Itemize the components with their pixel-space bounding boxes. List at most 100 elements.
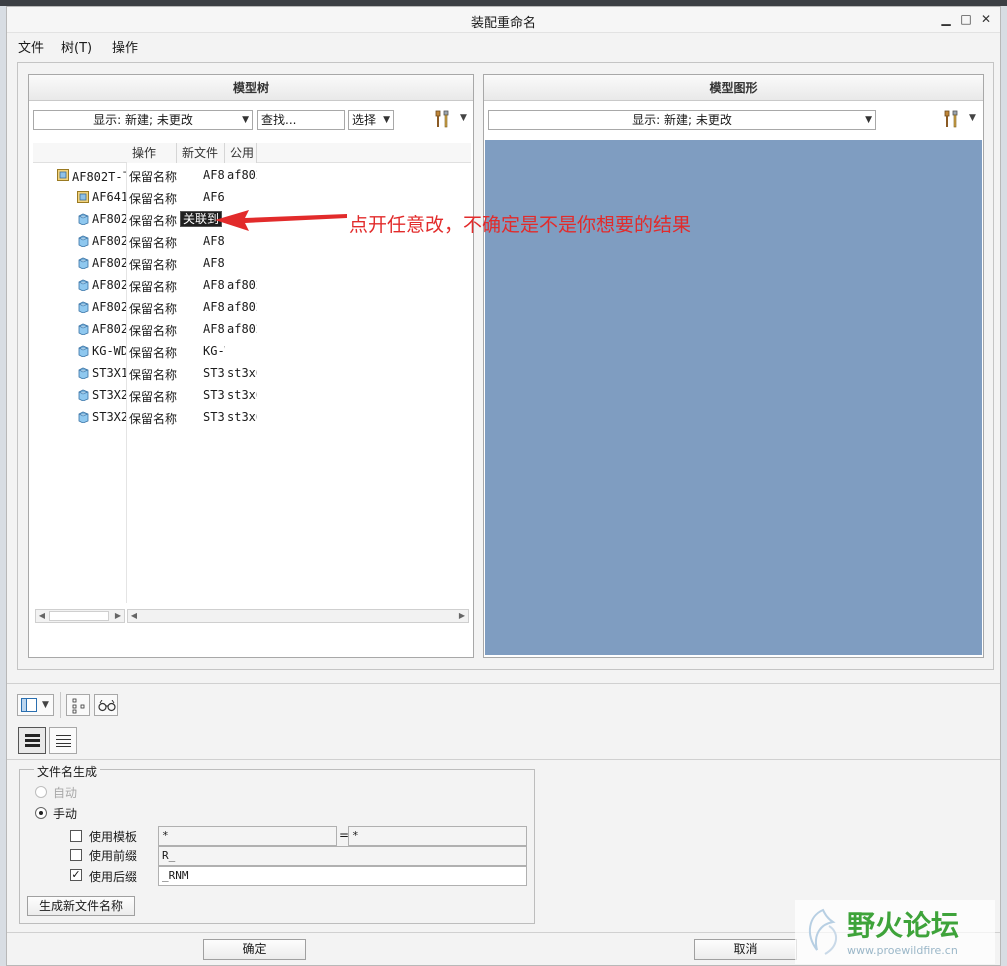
- manual-radio[interactable]: [35, 807, 47, 819]
- assembly-icon: [57, 169, 69, 181]
- tree-row-name: AF641: [92, 190, 126, 204]
- part-icon: [78, 279, 89, 291]
- display-filter-dropdown[interactable]: 显示: 新建; 未更改 ▼: [33, 110, 253, 130]
- tree-row-new-file: ST3: [203, 388, 225, 402]
- tree-structure-icon: [72, 698, 85, 714]
- menu-bar: 文件 树(T) 操作: [7, 34, 1000, 56]
- tree-row-operation: 保留名称: [129, 390, 177, 404]
- tree-row-new-file: AF8: [203, 322, 225, 336]
- tree-row-common: af802: [227, 278, 257, 292]
- watermark-title: 野火论坛: [847, 909, 960, 942]
- tree-row-name: AF802: [92, 322, 126, 336]
- scroll-left-icon[interactable]: ◀: [36, 610, 48, 622]
- search-field[interactable]: 查找...: [257, 110, 345, 130]
- display-filter-value: 显示: 新建; 未更改: [93, 113, 193, 127]
- select-dropdown[interactable]: 选择 ▼: [348, 110, 394, 130]
- part-icon: [78, 367, 89, 379]
- cancel-button[interactable]: 取消: [694, 939, 797, 960]
- tree-row-new-file: KG-W: [203, 344, 225, 358]
- scrollbar-thumb[interactable]: [49, 611, 109, 621]
- maximize-button[interactable]: □: [958, 11, 974, 27]
- separator: [7, 759, 1000, 760]
- layout-view-button[interactable]: ▼: [17, 694, 54, 716]
- tree-settings-button[interactable]: ▼: [433, 108, 467, 133]
- prefix-input[interactable]: R_: [158, 846, 527, 866]
- separator: [7, 683, 1000, 684]
- title-bar: 装配重命名 ▁ □ ✕: [7, 7, 1000, 33]
- graphics-display-dropdown[interactable]: 显示: 新建; 未更改 ▼: [488, 110, 876, 130]
- tree-row-operation: 保留名称: [129, 192, 177, 206]
- tree-row-new-file: AF8: [203, 278, 225, 292]
- tree-columns-scrollbar[interactable]: ◀ ▶: [127, 609, 469, 623]
- assembly-icon: [77, 191, 89, 203]
- find-button[interactable]: [94, 694, 118, 716]
- column-header-common[interactable]: 公用: [225, 143, 257, 163]
- part-icon: [78, 411, 89, 423]
- column-header-operation[interactable]: 操作: [127, 143, 177, 163]
- tree-row-name: ST3X1: [92, 366, 126, 380]
- tree-row-name: ST3X2: [92, 410, 126, 424]
- tree-row[interactable]: AF802保留名称 AF8af802: [33, 297, 471, 319]
- tree-row[interactable]: AF802保留名称 AF8af802: [33, 319, 471, 341]
- background-app-right: [1001, 6, 1007, 966]
- scroll-right-icon[interactable]: ▶: [112, 610, 124, 622]
- use-suffix-checkbox[interactable]: ✓: [70, 869, 82, 881]
- graphics-settings-button[interactable]: ▼: [942, 108, 976, 133]
- watermark-url: www.proewildfire.cn: [847, 944, 958, 957]
- tree-row-name: AF802: [92, 256, 126, 270]
- tree-row-operation: 保留名称: [129, 368, 177, 382]
- ok-button[interactable]: 确定: [203, 939, 306, 960]
- tree-row[interactable]: AF802T-下保留名称 AF8af802: [33, 165, 471, 187]
- detailed-list-button[interactable]: [18, 727, 46, 754]
- template-target-input[interactable]: *: [348, 826, 527, 846]
- use-template-checkbox[interactable]: [70, 830, 82, 842]
- window-title: 装配重命名: [470, 16, 536, 31]
- tree-row[interactable]: AF802 保留名称 AF8: [33, 253, 471, 275]
- tree-row-common: af802: [227, 322, 257, 336]
- part-icon: [78, 301, 89, 313]
- scroll-right-icon[interactable]: ▶: [456, 610, 468, 622]
- tree-row-name: AF802: [92, 212, 126, 226]
- tree-row[interactable]: ST3X2保留名称 ST3st3x6: [33, 385, 471, 407]
- tree-row-new-file: AF8: [203, 256, 225, 270]
- split-view-icon: [21, 698, 37, 712]
- tree-structure-button[interactable]: [66, 694, 90, 716]
- column-header-new-file[interactable]: 新文件: [177, 143, 225, 163]
- tree-name-scrollbar[interactable]: ◀ ▶: [35, 609, 125, 623]
- tree-row[interactable]: AF641保留名称 AF64: [33, 187, 471, 209]
- suffix-input[interactable]: _RNM: [158, 866, 527, 886]
- part-icon: [78, 323, 89, 335]
- generate-filenames-button[interactable]: 生成新文件名称: [27, 896, 135, 916]
- use-prefix-checkbox[interactable]: [70, 849, 82, 861]
- assembly-rename-dialog: 装配重命名 ▁ □ ✕ 文件 树(T) 操作 模型树 显示: 新建; 未更改 ▼…: [6, 6, 1001, 966]
- menu-tree[interactable]: 树(T): [61, 37, 92, 56]
- minimize-button[interactable]: ▁: [938, 11, 954, 27]
- tree-row-operation: 保留名称: [129, 236, 177, 250]
- simple-list-button[interactable]: [49, 727, 77, 754]
- template-source-input[interactable]: *: [158, 826, 337, 846]
- part-icon: [78, 345, 89, 357]
- tree-row-new-file: AF8: [203, 168, 225, 182]
- tree-row-operation: 保留名称: [129, 346, 177, 360]
- glasses-icon: [98, 700, 116, 712]
- tree-row[interactable]: ST3X2保留名称 ST3st3x6: [33, 407, 471, 429]
- filename-generation-title: 文件名生成: [34, 763, 101, 780]
- menu-operations[interactable]: 操作: [112, 37, 138, 56]
- tree-row-name: AF802: [92, 234, 126, 248]
- model-graphics-title: 模型图形: [484, 75, 983, 101]
- part-icon: [78, 213, 89, 225]
- menu-file[interactable]: 文件: [18, 37, 44, 56]
- use-template-label: 使用模板: [89, 830, 138, 844]
- tree-row-common: af802: [227, 300, 257, 314]
- chevron-down-icon: ▼: [242, 115, 249, 125]
- model-graphics-panel: 模型图形 显示: 新建; 未更改 ▼ ▼: [483, 74, 984, 658]
- tree-row[interactable]: AF802保留名称 AF8af802: [33, 275, 471, 297]
- tree-row[interactable]: ST3X1保留名称 ST3st3x6: [33, 363, 471, 385]
- tree-row-new-file: AF8: [203, 300, 225, 314]
- tree-row[interactable]: KG-WD保留名称 KG-W: [33, 341, 471, 363]
- tree-row-name: AF802T-下: [72, 170, 126, 184]
- annotation-arrow-icon: [215, 210, 347, 231]
- tree-row-operation: 保留名称: [129, 412, 177, 426]
- scroll-left-icon[interactable]: ◀: [128, 610, 140, 622]
- close-button[interactable]: ✕: [978, 11, 994, 27]
